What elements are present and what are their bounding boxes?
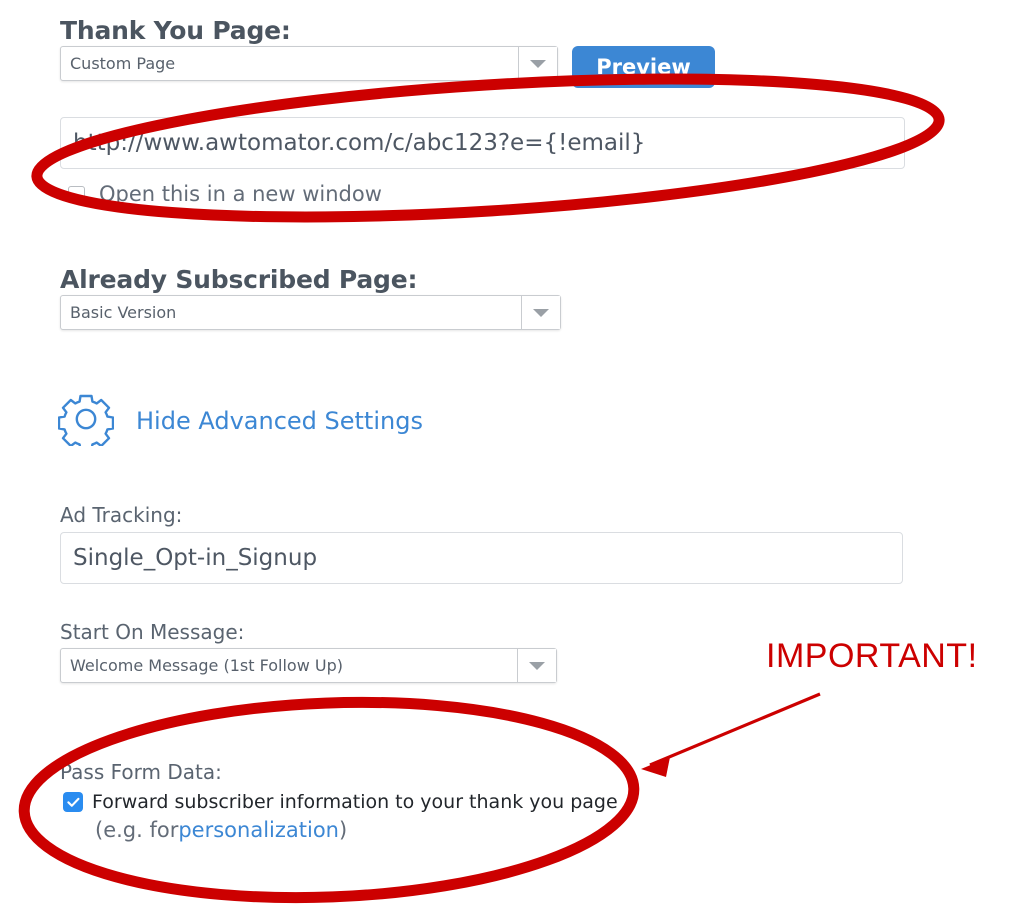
- important-arrow-line: [649, 692, 821, 767]
- ad-tracking-label: Ad Tracking:: [60, 503, 183, 527]
- forward-subscriber-row[interactable]: Forward subscriber information to your t…: [63, 791, 618, 813]
- personalization-note: (e.g. for personalization ): [95, 818, 347, 842]
- open-new-window-label: Open this in a new window: [99, 182, 382, 206]
- thank-you-page-heading: Thank You Page:: [60, 16, 291, 45]
- start-on-message-label: Start On Message:: [60, 620, 245, 644]
- forward-subscriber-label: Forward subscriber information to your t…: [92, 791, 618, 813]
- ad-tracking-input[interactable]: Single_Opt-in_Signup: [60, 532, 903, 584]
- open-new-window-checkbox[interactable]: [68, 185, 85, 203]
- forward-subscriber-checkbox[interactable]: [63, 792, 83, 812]
- already-subscribed-heading: Already Subscribed Page:: [60, 265, 418, 294]
- thank-you-page-select[interactable]: Custom Page: [60, 46, 558, 81]
- personalization-note-prefix: (e.g. for: [95, 818, 179, 842]
- personalization-link[interactable]: personalization: [178, 818, 339, 842]
- personalization-note-suffix: ): [338, 818, 348, 842]
- important-arrow-head: [641, 757, 670, 777]
- thank-you-url-input[interactable]: http://www.awtomator.com/c/abc123?e={!em…: [60, 117, 905, 169]
- chevron-down-icon[interactable]: [521, 296, 560, 329]
- preview-button[interactable]: Preview: [572, 46, 715, 88]
- triangle-glyph: [530, 59, 546, 68]
- important-annotation-text: IMPORTANT!: [766, 637, 978, 675]
- triangle-glyph: [533, 308, 549, 317]
- chevron-down-icon[interactable]: [517, 649, 556, 682]
- already-subscribed-select-value: Basic Version: [70, 303, 177, 322]
- already-subscribed-select[interactable]: Basic Version: [60, 295, 561, 330]
- hide-advanced-settings-label[interactable]: Hide Advanced Settings: [136, 407, 423, 435]
- gear-icon[interactable]: [57, 392, 115, 452]
- hide-advanced-settings-toggle[interactable]: Hide Advanced Settings: [57, 392, 423, 452]
- open-new-window-row[interactable]: Open this in a new window: [68, 182, 382, 206]
- pass-form-data-label: Pass Form Data:: [60, 760, 222, 784]
- chevron-down-icon[interactable]: [518, 47, 557, 80]
- triangle-glyph: [529, 661, 545, 670]
- start-on-message-select-value: Welcome Message (1st Follow Up): [70, 656, 343, 675]
- thank-you-page-select-value: Custom Page: [70, 54, 176, 73]
- start-on-message-select[interactable]: Welcome Message (1st Follow Up): [60, 648, 557, 683]
